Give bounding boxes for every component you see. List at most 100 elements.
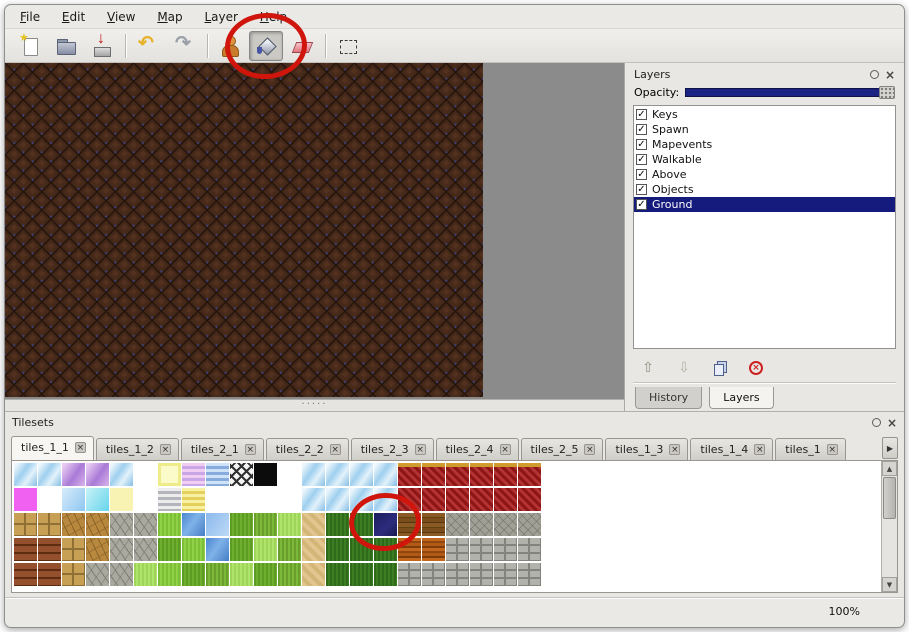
tile-blank[interactable] xyxy=(38,488,61,511)
tileset-tab[interactable]: tiles_1_4 × xyxy=(690,438,773,460)
tile-cobble[interactable] xyxy=(470,513,493,536)
tile-violet[interactable] xyxy=(62,463,85,486)
float-panel-icon[interactable] xyxy=(872,418,881,427)
tile-grassbright[interactable] xyxy=(158,563,181,586)
tile-pave[interactable] xyxy=(470,538,493,561)
redo-button[interactable] xyxy=(167,31,201,61)
tile-lilacstripe[interactable] xyxy=(182,463,205,486)
tile-pave[interactable] xyxy=(518,563,541,586)
tile-pave[interactable] xyxy=(518,538,541,561)
tile-brick[interactable] xyxy=(38,538,61,561)
tile-grass[interactable] xyxy=(230,513,253,536)
panel-tab[interactable]: History xyxy=(635,387,702,409)
tileset-tab[interactable]: tiles_2_3 × xyxy=(351,438,434,460)
splitter-handle[interactable] xyxy=(5,399,624,411)
layer-row[interactable]: ✓ Mapevents xyxy=(634,137,895,152)
eraser-tool-button[interactable] xyxy=(285,31,319,61)
tab-close-icon[interactable]: × xyxy=(584,444,595,455)
tile-blank[interactable] xyxy=(230,488,253,511)
tile-water[interactable] xyxy=(182,513,205,536)
tile-cobble[interactable] xyxy=(446,513,469,536)
layer-visibility-checkbox[interactable]: ✓ xyxy=(636,169,647,180)
tile-graystones[interactable] xyxy=(110,563,133,586)
tile-lattice[interactable] xyxy=(230,463,253,486)
tile-rust[interactable] xyxy=(422,538,445,561)
delete-layer-button[interactable]: × xyxy=(745,357,767,379)
tile-carpetedge[interactable] xyxy=(422,463,445,486)
tile-ice[interactable] xyxy=(326,463,349,486)
tile-darknavy[interactable] xyxy=(374,513,397,536)
new-map-button[interactable] xyxy=(13,31,47,61)
close-panel-icon[interactable]: × xyxy=(885,70,895,80)
menu-item[interactable]: Map xyxy=(148,8,191,26)
select-tool-button[interactable] xyxy=(331,31,365,61)
tile-pave[interactable] xyxy=(446,538,469,561)
tile-grass2[interactable] xyxy=(254,513,277,536)
tile-ice[interactable] xyxy=(302,463,325,486)
tile-rust[interactable] xyxy=(398,538,421,561)
tile-graystones[interactable] xyxy=(110,513,133,536)
tile-wood[interactable] xyxy=(422,513,445,536)
tile-tanstone[interactable] xyxy=(62,563,85,586)
palette-scrollbar[interactable]: ▲ ▼ xyxy=(881,461,897,592)
tile-ice[interactable] xyxy=(14,463,37,486)
tile-black[interactable] xyxy=(254,463,277,486)
tab-close-icon[interactable]: × xyxy=(160,444,171,455)
tile-sky[interactable] xyxy=(62,488,85,511)
opacity-handle[interactable] xyxy=(879,86,895,99)
layer-visibility-checkbox[interactable]: ✓ xyxy=(636,184,647,195)
tab-close-icon[interactable]: × xyxy=(415,444,426,455)
tile-ice[interactable] xyxy=(350,488,373,511)
close-panel-icon[interactable]: × xyxy=(887,418,897,428)
tile-grass2[interactable] xyxy=(206,563,229,586)
tile-blank[interactable] xyxy=(254,488,277,511)
tile-cobble[interactable] xyxy=(494,513,517,536)
tileset-tab[interactable]: tiles_1_1 × xyxy=(11,436,94,460)
tile-sand[interactable] xyxy=(302,513,325,536)
tile-blank[interactable] xyxy=(278,463,301,486)
tile-carpet[interactable] xyxy=(398,488,421,511)
layer-row[interactable]: ✓ Above xyxy=(634,167,895,182)
tile-cracked[interactable] xyxy=(86,538,109,561)
map-canvas[interactable] xyxy=(5,63,483,397)
tile-grassbright[interactable] xyxy=(182,538,205,561)
tile-yellowstripe[interactable] xyxy=(182,488,205,511)
scroll-down-button[interactable]: ▼ xyxy=(882,577,897,592)
tile-grassbright[interactable] xyxy=(158,513,181,536)
tile-grass[interactable] xyxy=(182,563,205,586)
open-button[interactable] xyxy=(49,31,83,61)
tile-grassdark[interactable] xyxy=(374,538,397,561)
tile-ice[interactable] xyxy=(374,463,397,486)
tab-close-icon[interactable]: × xyxy=(330,444,341,455)
tile-cracked[interactable] xyxy=(62,513,85,536)
tab-close-icon[interactable]: × xyxy=(754,444,765,455)
duplicate-layer-button[interactable] xyxy=(709,357,731,379)
tile-pave[interactable] xyxy=(494,563,517,586)
tile-grassdark[interactable] xyxy=(350,538,373,561)
tileset-tab[interactable]: tiles_2_4 × xyxy=(436,438,519,460)
tile-grasslight[interactable] xyxy=(134,563,157,586)
tab-close-icon[interactable]: × xyxy=(827,444,838,455)
tile-graystones[interactable] xyxy=(110,538,133,561)
tileset-tab[interactable]: tiles_2_1 × xyxy=(181,438,264,460)
tile-carpet[interactable] xyxy=(446,488,469,511)
layer-row[interactable]: ✓ Objects xyxy=(634,182,895,197)
tile-carpet[interactable] xyxy=(494,488,517,511)
tile-tanstone[interactable] xyxy=(38,513,61,536)
tile-brick[interactable] xyxy=(38,563,61,586)
tile-cobble[interactable] xyxy=(518,513,541,536)
tile-carpetedge[interactable] xyxy=(494,463,517,486)
menu-item[interactable]: View xyxy=(98,8,144,26)
tile-carpet[interactable] xyxy=(470,488,493,511)
tile-grass2[interactable] xyxy=(278,538,301,561)
tile-tanstone[interactable] xyxy=(62,538,85,561)
tile-ice[interactable] xyxy=(110,463,133,486)
opacity-slider[interactable] xyxy=(685,86,895,99)
tile-cracked[interactable] xyxy=(86,513,109,536)
tileset-tab[interactable]: tiles_2_5 × xyxy=(521,438,604,460)
tile-paleyellow[interactable] xyxy=(158,463,181,486)
menu-item[interactable]: File xyxy=(11,8,49,26)
tile-violet[interactable] xyxy=(86,463,109,486)
layer-up-button[interactable]: ⇧ xyxy=(637,357,659,379)
tile-ice[interactable] xyxy=(326,488,349,511)
